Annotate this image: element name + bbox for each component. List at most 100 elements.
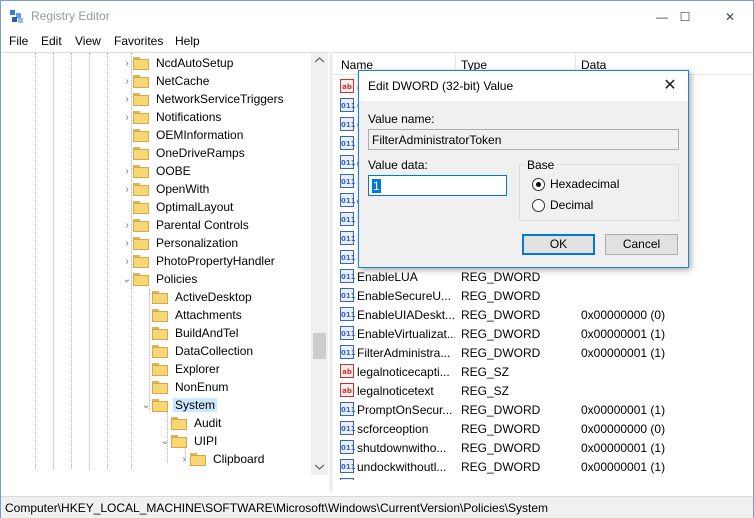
value-row[interactable]: 011 FilterAdministra... REG_DWORD 0x0000000… xyxy=(333,343,753,362)
binary-value-icon: 011 xyxy=(340,269,356,283)
tree-node[interactable]: › OOBE xyxy=(121,162,193,180)
dialog-close-button[interactable]: ✕ xyxy=(660,76,680,96)
window-title: Registry Editor xyxy=(31,9,110,23)
binary-value-icon: 011 xyxy=(340,250,356,264)
menu-bar: File Edit View Favorites Help xyxy=(1,32,753,52)
folder-icon xyxy=(133,272,149,286)
value-row[interactable]: 011 EnableLUA REG_DWORD xyxy=(333,267,753,286)
folder-icon xyxy=(133,92,149,106)
expand-arrow-icon[interactable]: › xyxy=(121,112,133,123)
radio-selected-icon xyxy=(532,177,545,191)
menu-file[interactable]: File xyxy=(9,34,28,48)
menu-edit[interactable]: Edit xyxy=(41,34,62,48)
tree-node[interactable]: Audit xyxy=(159,414,223,432)
value-row[interactable]: 011ValidateAdminC... REG_DWORD 0x00000000 … xyxy=(333,476,753,480)
tree-node[interactable]: OEMInformation xyxy=(121,126,245,144)
value-row[interactable]: ab legalnoticecapti... REG_SZ xyxy=(333,362,753,381)
tree-node[interactable]: Explorer xyxy=(140,360,222,378)
value-row[interactable]: 011 EnableSecureU... REG_DWORD xyxy=(333,286,753,305)
folder-icon xyxy=(133,146,149,160)
value-row[interactable]: ab legalnoticetext REG_SZ xyxy=(333,381,753,400)
value-name: undockwithoutl... xyxy=(357,460,447,474)
value-data: 0x00000001 (1) xyxy=(581,441,666,455)
value-row[interactable]: 011 PromptOnSecur... REG_DWORD 0x00000001 (… xyxy=(333,400,753,419)
menu-help[interactable]: Help xyxy=(175,34,200,48)
menu-view[interactable]: View xyxy=(75,34,101,48)
value-row[interactable]: 011 EnableUIADeskt... REG_DWORD 0x00000000 … xyxy=(333,305,753,324)
maximize-icon: ☐ xyxy=(679,9,691,24)
title-bar[interactable]: Registry Editor — ☐ ✕ xyxy=(1,1,753,32)
scroll-up-icon[interactable] xyxy=(315,57,324,63)
tree-node[interactable]: ActiveDesktop xyxy=(140,288,254,306)
tree-node[interactable]: › NetworkServiceTriggers xyxy=(121,90,286,108)
tree-node[interactable]: OneDriveRamps xyxy=(121,144,247,162)
tree-node[interactable]: ⌄ Policies xyxy=(121,270,199,288)
collapse-arrow-icon[interactable]: ⌄ xyxy=(159,436,171,447)
tree-node-label: DataCollection xyxy=(175,344,254,358)
tree-node[interactable]: OptimalLayout xyxy=(121,198,235,216)
base-label: Base xyxy=(524,158,558,172)
tree-node[interactable]: BuildAndTel xyxy=(140,324,240,342)
value-data: 0x00000001 (1) xyxy=(581,460,666,474)
expand-arrow-icon[interactable]: › xyxy=(121,220,133,231)
maximize-button[interactable]: ☐ xyxy=(662,1,708,32)
decimal-radio[interactable]: Decimal xyxy=(532,198,593,212)
expand-arrow-icon[interactable]: › xyxy=(121,256,133,267)
dialog-title-bar[interactable]: Edit DWORD (32-bit) Value ✕ xyxy=(359,71,688,101)
menu-favorites[interactable]: Favorites xyxy=(114,34,163,48)
tree-horizontal-scrollbar[interactable] xyxy=(1,469,311,480)
tree-node[interactable]: › Clipboard xyxy=(178,450,266,468)
binary-value-icon: 011 xyxy=(340,440,356,454)
folder-icon xyxy=(133,254,149,268)
cancel-button[interactable]: Cancel xyxy=(605,234,678,255)
key-tree: › NcdAutoSetup › NetCache › NetworkServiceTri… xyxy=(1,52,329,480)
expand-arrow-icon[interactable]: › xyxy=(121,94,133,105)
tree-scroll-thumb[interactable] xyxy=(313,333,326,359)
tree-node[interactable]: NonEnum xyxy=(140,378,230,396)
expand-arrow-icon[interactable]: › xyxy=(121,238,133,249)
close-icon: ✕ xyxy=(663,77,677,94)
value-row[interactable]: 011 undockwithoutl... REG_DWORD 0x00000001 … xyxy=(333,457,753,476)
scroll-down-icon[interactable] xyxy=(315,464,324,470)
tree-node[interactable]: › NcdAutoSetup xyxy=(121,54,235,72)
close-button[interactable]: ✕ xyxy=(707,1,753,32)
expand-arrow-icon[interactable]: › xyxy=(121,184,133,195)
binary-value-icon: 011 xyxy=(340,212,356,226)
expand-arrow-icon[interactable]: › xyxy=(178,454,190,465)
expand-arrow-icon[interactable]: › xyxy=(121,166,133,177)
dialog-title: Edit DWORD (32-bit) Value xyxy=(368,79,514,93)
status-bar: Computer\HKEY_LOCAL_MACHINE\SOFTWARE\Mic… xyxy=(1,496,753,518)
tree-node[interactable]: › Personalization xyxy=(121,234,240,252)
collapse-arrow-icon[interactable]: ⌄ xyxy=(140,400,152,411)
ok-button[interactable]: OK xyxy=(522,234,595,255)
value-type: REG_DWORD xyxy=(461,460,541,474)
tree-node[interactable]: › Notifications xyxy=(121,108,223,126)
value-row[interactable]: 011 scforceoption REG_DWORD 0x00000000 (0) xyxy=(333,419,753,438)
tree-node[interactable]: DataCollection xyxy=(140,342,255,360)
tree-node[interactable]: › PhotoPropertyHandler xyxy=(121,252,277,270)
tree-node[interactable]: › NetCache xyxy=(121,72,211,90)
tree-node-label: NcdAutoSetup xyxy=(156,56,234,70)
expand-arrow-icon[interactable]: › xyxy=(121,76,133,87)
expand-arrow-icon[interactable]: › xyxy=(121,58,133,69)
value-data-label: Value data: xyxy=(368,158,428,172)
tree-node[interactable]: Attachments xyxy=(140,306,244,324)
tree-node-label: OOBE xyxy=(156,164,191,178)
value-data-field[interactable]: 1 xyxy=(368,175,507,196)
registry-editor-icon xyxy=(10,10,23,23)
tree-vertical-scrollbar[interactable] xyxy=(311,53,328,475)
tree-node[interactable]: ⌄ UIPI xyxy=(159,432,219,450)
value-data: 0x00000000 (0) xyxy=(581,422,666,436)
tree-node[interactable]: › Parental Controls xyxy=(121,216,251,234)
value-row[interactable]: 011 EnableVirtualizat... REG_DWORD 0x000000… xyxy=(333,324,753,343)
value-name-field[interactable]: FilterAdministratorToken xyxy=(368,129,679,150)
tree-node[interactable]: › OpenWith xyxy=(121,180,211,198)
tree-node-label: Clipboard xyxy=(213,452,265,466)
folder-icon xyxy=(133,56,149,70)
collapse-arrow-icon[interactable]: ⌄ xyxy=(121,274,133,285)
tree-node-label: System xyxy=(173,398,218,412)
folder-icon xyxy=(133,74,149,88)
value-row[interactable]: 011 shutdownwitho... REG_DWORD 0x00000001 (… xyxy=(333,438,753,457)
tree-node[interactable]: ⌄ System xyxy=(140,396,218,414)
hexadecimal-radio[interactable]: Hexadecimal xyxy=(532,177,619,191)
